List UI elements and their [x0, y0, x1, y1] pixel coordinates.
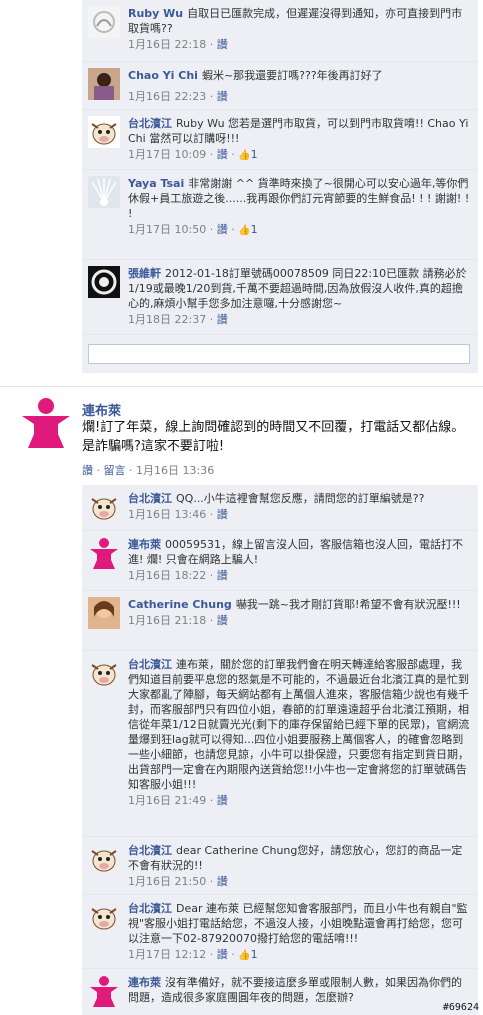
- comment-time[interactable]: 1月17日 12:12: [128, 948, 206, 961]
- avatar-default-pink[interactable]: [88, 537, 120, 569]
- comment: Ruby Wu 自取日已匯款完成，但遲遲沒得到通知，亦可直接到門市取貨嗎?? 1月…: [82, 0, 478, 62]
- comment: Yaya Tsai 非常謝謝 ^^ 貨準時來換了~很開心可以安心過年,等你們休假+…: [82, 170, 478, 260]
- like-link[interactable]: 讚: [217, 223, 228, 236]
- comment-time[interactable]: 1月16日 21:18: [128, 614, 206, 627]
- post-meta: 讚 · 留言 · 1月16日 13:36: [82, 464, 215, 477]
- comment-text: 00059531，線上留言沒人回，客服信箱也沒人回，電話打不進! 爛! 只會在網…: [128, 538, 463, 566]
- comment: 台北濱江 dear Catherine Chung您好，請您放心，您訂的商品一定不…: [82, 837, 478, 895]
- like-count[interactable]: 1: [251, 223, 258, 236]
- comment-text: QQ...小牛這裡會幫您反應，請問您的訂單編號是??: [176, 492, 425, 505]
- write-comment-input[interactable]: [88, 344, 470, 364]
- comment-time[interactable]: 1月16日 18:22: [128, 569, 206, 582]
- comment: Catherine Chung 嚇我一跳~我才剛訂貨耶!希望不會有狀況壓!!! 1…: [82, 591, 478, 651]
- like-link[interactable]: 讚: [217, 948, 228, 961]
- commenter-name[interactable]: 台北濱江: [128, 902, 172, 915]
- avatar-default-pink[interactable]: [18, 396, 74, 448]
- comment: 連布萊 沒有準備好，就不要接這麼多單或限制人數，如果因為你們的問題，造成很多家庭團…: [82, 969, 478, 1015]
- avatar-cow[interactable]: [88, 116, 120, 148]
- commenter-name[interactable]: Yaya Tsai: [128, 177, 184, 190]
- commenter-name[interactable]: Ruby Wu: [128, 7, 183, 20]
- like-link[interactable]: 讚: [217, 148, 228, 161]
- avatar-cow[interactable]: [88, 843, 120, 875]
- commenter-name[interactable]: 台北濱江: [128, 492, 172, 505]
- comment-time[interactable]: 1月17日 10:50: [128, 223, 206, 236]
- comment-text: 嚇我一跳~我才剛訂貨耶!希望不會有狀況壓!!!: [235, 598, 461, 611]
- comment-time[interactable]: 1月16日 13:46: [128, 508, 206, 521]
- comment-text: 沒有準備好，就不要接這麼多單或限制人數，如果因為你們的問題，造成很多家庭團圓年夜…: [128, 976, 462, 1004]
- avatar-default-pink[interactable]: [88, 975, 120, 1007]
- comment-text: 2012-01-18訂單號碼00078509 同日22:10已匯款 請務必於1/…: [128, 267, 467, 310]
- comment: 台北濱江 QQ...小牛這裡會幫您反應，請問您的訂單編號是?? 1月16日 13:…: [82, 485, 478, 531]
- avatar-cow[interactable]: [88, 901, 120, 933]
- like-link[interactable]: 讚: [217, 313, 228, 326]
- comment-text: Dear 連布萊 已經幫您知會客服部門，而且小牛也有親自"監視"客服小姐打電話給…: [128, 902, 468, 945]
- avatar-ruby[interactable]: [88, 6, 120, 38]
- comment-text: dear Catherine Chung您好，請您放心，您訂的商品一定不會有狀況…: [128, 844, 463, 872]
- comment: 連布萊 00059531，線上留言沒人回，客服信箱也沒人回，電話打不進! 爛! 只…: [82, 531, 478, 591]
- post-text: 爛!訂了年菜，線上詢問確認到的時間又不回覆，打電話又都佔線。是詐騙嗎?這家不要訂…: [82, 420, 465, 454]
- comment-time[interactable]: 1月16日 22:23: [128, 90, 206, 103]
- comment-time[interactable]: 1月16日 22:18: [128, 38, 206, 51]
- avatar-catherine[interactable]: [88, 597, 120, 629]
- commenter-name[interactable]: 台北濱江: [128, 117, 172, 130]
- avatar-cow[interactable]: [88, 657, 120, 689]
- avatar-cow[interactable]: [88, 491, 120, 523]
- avatar-zhang[interactable]: [88, 266, 120, 298]
- post-time[interactable]: 1月16日 13:36: [136, 464, 214, 477]
- comment: Chao Yi Chi 蝦米~那我還要訂嗎???年後再訂好了 1月16日 22:2…: [82, 62, 478, 110]
- comment-reply-area: [82, 335, 478, 373]
- comment-time[interactable]: 1月16日 21:50: [128, 875, 206, 888]
- comment-time[interactable]: 1月18日 22:37: [128, 313, 206, 326]
- comment-text: 蝦米~那我還要訂嗎???年後再訂好了: [201, 69, 383, 82]
- comment: 張維軒 2012-01-18訂單號碼00078509 同日22:10已匯款 請務必…: [82, 260, 478, 335]
- commenter-name[interactable]: 連布萊: [128, 976, 161, 989]
- post-divider: [0, 386, 483, 387]
- like-count[interactable]: 1: [251, 148, 258, 161]
- watermark: #69624: [442, 1002, 479, 1013]
- like-count[interactable]: 1: [251, 948, 258, 961]
- thumbs-up-icon: 👍: [238, 150, 251, 161]
- comment: 台北濱江 連布萊，關於您的訂單我們會在明天轉達給客服部處理，我們知道目前要平息您的…: [82, 651, 478, 837]
- commenter-name[interactable]: 台北濱江: [128, 844, 172, 857]
- commenter-name[interactable]: 台北濱江: [128, 658, 172, 671]
- thumbs-up-icon: 👍: [238, 225, 251, 236]
- comment: 台北濱江 Dear 連布萊 已經幫您知會客服部門，而且小牛也有親自"監視"客服小姐…: [82, 895, 478, 969]
- post-like-link[interactable]: 讚: [82, 464, 93, 477]
- like-link[interactable]: 讚: [217, 875, 228, 888]
- comment-text: 連布萊，關於您的訂單我們會在明天轉達給客服部處理，我們知道目前要平息您的怒氣是不…: [128, 658, 470, 791]
- post-comment-link[interactable]: 留言: [104, 464, 126, 477]
- avatar-yaya[interactable]: [88, 176, 120, 208]
- post-author[interactable]: 連布萊: [82, 400, 121, 419]
- like-link[interactable]: 讚: [217, 569, 228, 582]
- comment-time[interactable]: 1月17日 10:09: [128, 148, 206, 161]
- like-link[interactable]: 讚: [217, 614, 228, 627]
- avatar-chao[interactable]: [88, 68, 120, 100]
- commenter-name[interactable]: Catherine Chung: [128, 598, 232, 611]
- like-link[interactable]: 讚: [217, 90, 228, 103]
- comment: 台北濱江 Ruby Wu 您若是選門市取貨，可以到門市取貨唷!! Chao Yi …: [82, 110, 478, 170]
- commenter-name[interactable]: 張維軒: [128, 267, 161, 280]
- like-link[interactable]: 讚: [217, 794, 228, 807]
- commenter-name[interactable]: 連布萊: [128, 538, 161, 551]
- comment-time[interactable]: 1月16日 21:49: [128, 794, 206, 807]
- like-link[interactable]: 讚: [217, 38, 228, 51]
- like-link[interactable]: 讚: [217, 508, 228, 521]
- comment-text: Ruby Wu 您若是選門市取貨，可以到門市取貨唷!! Chao Yi Chi …: [128, 117, 469, 145]
- thumbs-up-icon: 👍: [238, 950, 251, 961]
- commenter-name[interactable]: Chao Yi Chi: [128, 69, 198, 82]
